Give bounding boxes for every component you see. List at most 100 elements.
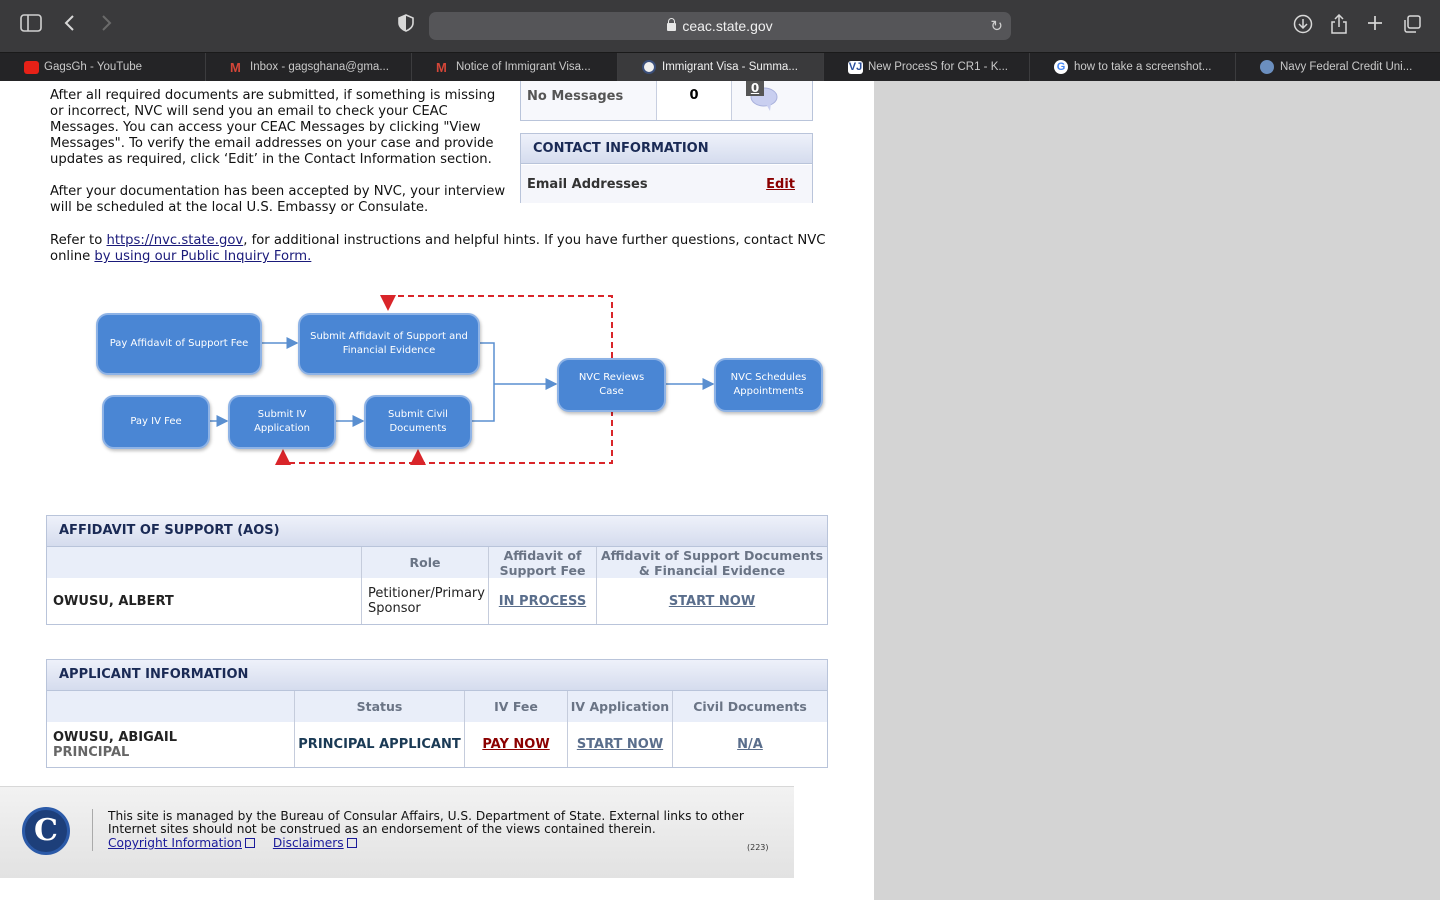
text: Petitioner/Primary Sponsor <box>368 586 485 616</box>
intro-paragraph-2: After your documentation has been accept… <box>50 184 506 215</box>
applicant-iv-application: START NOW <box>567 722 672 767</box>
footer-code: (223) <box>747 843 769 852</box>
pay-now-link[interactable]: PAY NOW <box>482 737 549 752</box>
google-icon: G <box>1054 60 1068 74</box>
applicant-col-civil-documents: Civil Documents <box>672 691 827 722</box>
tab-new-process[interactable]: VJ New ProcesS for CR1 - K... <box>824 53 1030 82</box>
gmail-icon: M <box>230 60 241 75</box>
applicant-col-blank <box>47 691 294 722</box>
aos-col-role: Role <box>361 547 488 578</box>
applicant-col-iv-application: IV Application <box>567 691 672 722</box>
sidebar-toggle-icon[interactable] <box>19 14 43 38</box>
aos-docs-start-now-link[interactable]: START NOW <box>669 594 755 609</box>
browser-toolbar: ceac.state.gov ↻ <box>0 0 1440 52</box>
aos-fee-in-process-link[interactable]: IN PROCESS <box>499 594 586 609</box>
tab-overview-icon[interactable] <box>1400 14 1424 38</box>
iv-application-start-now-link[interactable]: START NOW <box>577 737 663 752</box>
tab-gmail-notice[interactable]: M Notice of Immigrant Visa... <box>412 53 618 82</box>
flow-node-pay-iv-fee: Pay IV Fee <box>102 395 210 449</box>
flow-node-nvc-schedules: NVC Schedules Appointments <box>714 358 823 412</box>
tab-gmail-inbox[interactable]: M Inbox - gagsghana@gma... <box>206 53 412 82</box>
page-content: After all required documents are submitt… <box>0 81 874 900</box>
email-addresses-row: Email Addresses Edit <box>521 165 812 203</box>
tab-label: Navy Federal Credit Uni... <box>1280 61 1413 73</box>
site-footer: C This site is managed by the Bureau of … <box>0 786 794 878</box>
seal-letter: C <box>34 813 58 848</box>
tab-label: how to take a screenshot... <box>1074 61 1212 73</box>
footer-divider <box>92 809 93 851</box>
aos-fee-status: IN PROCESS <box>488 578 596 624</box>
flow-node-submit-civil-documents: Submit Civil Documents <box>364 395 472 449</box>
process-flow-diagram: Pay Affidavit of Support Fee Submit Affi… <box>86 291 832 471</box>
applicant-type: PRINCIPAL <box>53 744 130 760</box>
reload-icon[interactable]: ↻ <box>990 12 1003 40</box>
applicant-status: PRINCIPAL APPLICANT <box>294 722 464 767</box>
aos-docs-status: START NOW <box>596 578 827 624</box>
intro-paragraph-3: Refer to https://nvc.state.gov, for addi… <box>50 233 840 265</box>
civil-documents-na-link[interactable]: N/A <box>737 737 763 752</box>
aos-table: AFFIDAVIT OF SUPPORT (AOS) Role Affidavi… <box>46 515 828 625</box>
view-messages-icon[interactable]: 0 <box>744 81 778 111</box>
flow-node-nvc-reviews-case: NVC Reviews Case <box>557 358 666 412</box>
messages-count: 0 <box>656 81 732 120</box>
forward-icon[interactable] <box>94 14 118 38</box>
tab-strip: GagsGh - YouTube M Inbox - gagsghana@gma… <box>0 52 1440 82</box>
shield-icon[interactable] <box>394 14 418 38</box>
external-link-icon <box>244 838 255 848</box>
tab-navy-federal[interactable]: Navy Federal Credit Uni... <box>1236 53 1440 82</box>
consular-affairs-seal-icon: C <box>22 807 70 855</box>
tab-label: Immigrant Visa - Summa... <box>662 61 798 73</box>
text: Copyright Information <box>108 836 242 850</box>
edit-email-link[interactable]: Edit <box>766 177 795 192</box>
contact-information-panel: CONTACT INFORMATION Email Addresses Edit <box>520 133 813 203</box>
disclaimers-link[interactable]: Disclaimers <box>273 836 357 850</box>
messages-row: No Messages 0 0 <box>520 81 813 121</box>
tab-immigrant-visa[interactable]: Immigrant Visa - Summa... <box>618 53 824 82</box>
aos-col-fee: Affidavit of Support Fee <box>488 547 596 578</box>
applicant-col-status: Status <box>294 691 464 722</box>
back-icon[interactable] <box>58 14 82 38</box>
contact-information-title: CONTACT INFORMATION <box>521 134 812 164</box>
flow-node-pay-aos-fee: Pay Affidavit of Support Fee <box>96 313 262 375</box>
aos-sponsor-name: OWUSU, ALBERT <box>47 578 361 624</box>
page-background-side <box>874 81 1440 900</box>
applicant-title: APPLICANT INFORMATION <box>47 660 827 691</box>
aos-title: AFFIDAVIT OF SUPPORT (AOS) <box>47 516 827 547</box>
messages-badge: 0 <box>750 81 760 95</box>
tab-label: Notice of Immigrant Visa... <box>456 61 591 73</box>
aos-role: Petitioner/Primary Sponsor <box>361 578 488 624</box>
tab-label: New ProcesS for CR1 - K... <box>868 61 1008 73</box>
applicant-iv-fee: PAY NOW <box>464 722 567 767</box>
address-bar[interactable]: ceac.state.gov ↻ <box>429 12 1011 40</box>
text: PRINCIPAL APPLICANT <box>298 737 461 752</box>
applicant-civil-documents: N/A <box>672 722 827 767</box>
text: Disclaimers <box>272 836 344 850</box>
nvc-link[interactable]: https://nvc.state.gov <box>106 233 243 248</box>
tab-google-search[interactable]: G how to take a screenshot... <box>1030 53 1236 82</box>
state-seal-icon <box>642 60 656 74</box>
download-icon[interactable] <box>1291 14 1315 38</box>
intro-paragraph-1: After all required documents are submitt… <box>50 88 496 167</box>
messages-label: No Messages <box>527 89 624 104</box>
aos-col-blank <box>47 547 361 578</box>
external-link-icon <box>346 838 357 848</box>
url-text: ceac.state.gov <box>682 18 773 34</box>
youtube-icon <box>24 61 39 74</box>
email-addresses-label: Email Addresses <box>527 177 648 192</box>
tab-label: GagsGh - YouTube <box>44 61 143 73</box>
flow-node-submit-aos: Submit Affidavit of Support and Financia… <box>298 313 480 375</box>
gmail-icon: M <box>436 60 447 75</box>
applicant-name-cell: OWUSU, ABIGAIL PRINCIPAL <box>47 722 294 767</box>
applicant-table: APPLICANT INFORMATION Status IV Fee IV A… <box>46 659 828 768</box>
tab-youtube[interactable]: GagsGh - YouTube <box>0 53 206 82</box>
lock-icon <box>667 18 677 31</box>
aos-col-docs: Affidavit of Support Documents & Financi… <box>596 547 827 578</box>
public-inquiry-link[interactable]: by using our Public Inquiry Form. <box>94 249 311 264</box>
share-icon[interactable] <box>1327 13 1351 38</box>
globe-icon <box>1260 60 1274 74</box>
text: OWUSU, ALBERT <box>53 593 174 609</box>
footer-text: This site is managed by the Bureau of Co… <box>108 809 744 836</box>
new-tab-icon[interactable] <box>1363 14 1387 38</box>
copyright-information-link[interactable]: Copyright Information <box>108 836 255 850</box>
flow-node-submit-iv-application: Submit IV Application <box>228 395 336 449</box>
